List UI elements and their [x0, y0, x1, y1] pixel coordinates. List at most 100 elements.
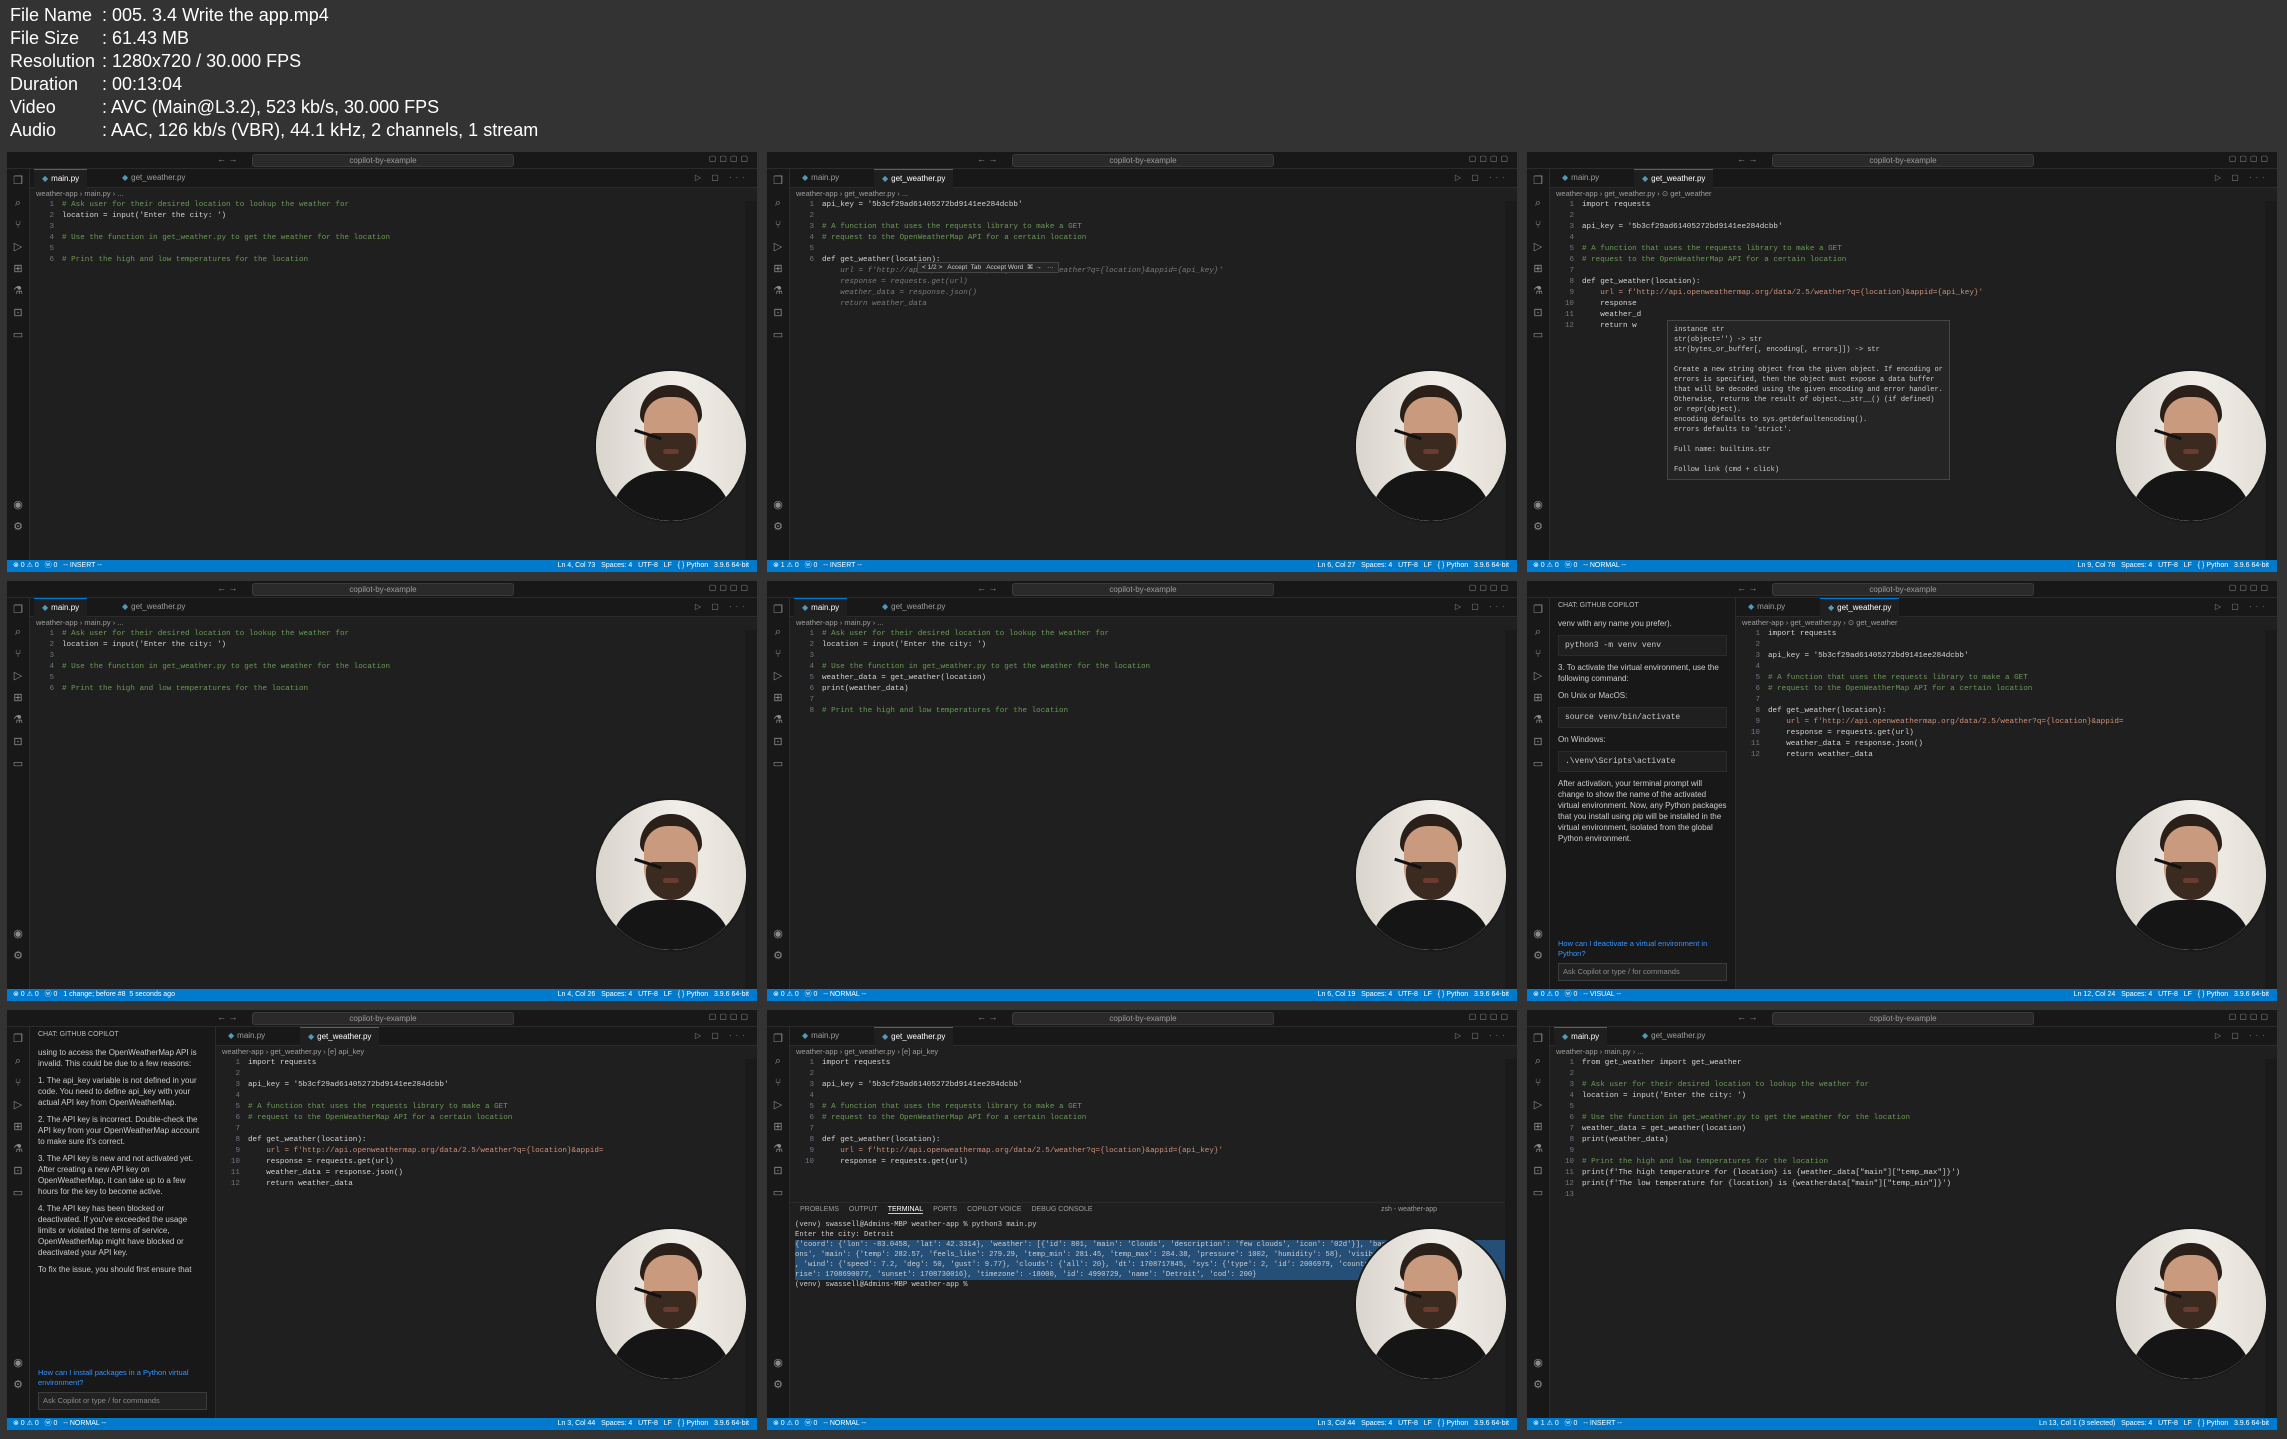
chat-icon[interactable]: ▭	[12, 329, 24, 341]
tab-get-weather-py[interactable]: ◆ get_weather.py	[114, 169, 193, 187]
panel-tab[interactable]: PORTS	[933, 1206, 957, 1213]
remote-icon[interactable]: ⊡	[12, 736, 24, 748]
command-center-search[interactable]: copilot-by-example	[1012, 1012, 1274, 1025]
account-icon[interactable]: ◉	[12, 928, 24, 940]
explorer-icon[interactable]: ❐	[1532, 175, 1544, 187]
explorer-icon[interactable]: ❐	[1532, 604, 1544, 616]
command-center-search[interactable]: copilot-by-example	[252, 154, 514, 167]
tab-main-py[interactable]: ◆ main.py	[794, 598, 848, 617]
gear-icon[interactable]: ⚙	[1532, 521, 1544, 533]
tab-get-weather-py[interactable]: ◆ get_weather.py	[114, 598, 193, 616]
remote-icon[interactable]: ⊡	[772, 736, 784, 748]
nav-arrows-icon[interactable]: ← →	[1737, 154, 1758, 164]
explorer-icon[interactable]: ❐	[12, 175, 24, 187]
explorer-icon[interactable]: ❐	[772, 175, 784, 187]
account-icon[interactable]: ◉	[1532, 1357, 1544, 1369]
extensions-icon[interactable]: ⊞	[12, 1121, 24, 1133]
explorer-icon[interactable]: ❐	[12, 604, 24, 616]
panel-tab[interactable]: TERMINAL	[887, 1206, 924, 1214]
command-center-search[interactable]: copilot-by-example	[1012, 583, 1274, 596]
layout-controls-icon[interactable]: ▢▢▢▢	[1469, 1012, 1511, 1021]
gear-icon[interactable]: ⚙	[12, 950, 24, 962]
run-debug-icon[interactable]: ▷	[1532, 241, 1544, 253]
chat-icon[interactable]: ▭	[1532, 1187, 1544, 1199]
editor-actions-icon[interactable]: ▷ ▢ ···	[1455, 602, 1509, 611]
inline-suggestion-toolbar[interactable]: < 1/2 > Accept Tab Accept Word ⌘ → ···	[917, 262, 1059, 273]
gear-icon[interactable]: ⚙	[772, 521, 784, 533]
account-icon[interactable]: ◉	[1532, 928, 1544, 940]
remote-icon[interactable]: ⊡	[772, 307, 784, 319]
search-icon[interactable]: ⌕	[1532, 626, 1544, 638]
editor-actions-icon[interactable]: ▷ ▢ ···	[2215, 173, 2269, 182]
nav-arrows-icon[interactable]: ← →	[217, 583, 238, 593]
editor-actions-icon[interactable]: ▷ ▢ ···	[1455, 173, 1509, 182]
extensions-icon[interactable]: ⊞	[12, 692, 24, 704]
editor-actions-icon[interactable]: ▷ ▢ ···	[2215, 1031, 2269, 1040]
layout-controls-icon[interactable]: ▢▢▢▢	[2229, 1012, 2271, 1021]
testing-icon[interactable]: ⚗	[1532, 714, 1544, 726]
remote-icon[interactable]: ⊡	[1532, 736, 1544, 748]
nav-arrows-icon[interactable]: ← →	[217, 154, 238, 164]
panel-tab[interactable]: PROBLEMS	[800, 1206, 839, 1213]
tab-main-py[interactable]: ◆ main.py	[1554, 1027, 1608, 1046]
gear-icon[interactable]: ⚙	[772, 950, 784, 962]
command-center-search[interactable]: copilot-by-example	[1012, 154, 1274, 167]
explorer-icon[interactable]: ❐	[772, 1033, 784, 1045]
remote-icon[interactable]: ⊡	[1532, 307, 1544, 319]
testing-icon[interactable]: ⚗	[12, 714, 24, 726]
extensions-icon[interactable]: ⊞	[1532, 263, 1544, 275]
tab-main-py[interactable]: ◆ main.py	[794, 1027, 847, 1045]
search-icon[interactable]: ⌕	[772, 626, 784, 638]
gear-icon[interactable]: ⚙	[1532, 1379, 1544, 1391]
run-debug-icon[interactable]: ▷	[772, 1099, 784, 1111]
chat-icon[interactable]: ▭	[1532, 758, 1544, 770]
tab-get-weather-py[interactable]: ◆ get_weather.py	[1634, 1027, 1713, 1045]
run-debug-icon[interactable]: ▷	[772, 241, 784, 253]
command-center-search[interactable]: copilot-by-example	[1772, 583, 2034, 596]
account-icon[interactable]: ◉	[772, 1357, 784, 1369]
gear-icon[interactable]: ⚙	[1532, 950, 1544, 962]
tab-get-weather-py[interactable]: ◆ get_weather.py	[300, 1027, 380, 1046]
chat-input[interactable]: Ask Copilot or type / for commands	[38, 1392, 207, 1410]
account-icon[interactable]: ◉	[12, 499, 24, 511]
testing-icon[interactable]: ⚗	[772, 285, 784, 297]
extensions-icon[interactable]: ⊞	[772, 263, 784, 275]
nav-arrows-icon[interactable]: ← →	[977, 583, 998, 593]
source-control-icon[interactable]: ⑂	[12, 1077, 24, 1089]
account-icon[interactable]: ◉	[12, 1357, 24, 1369]
source-control-icon[interactable]: ⑂	[12, 219, 24, 231]
chat-icon[interactable]: ▭	[772, 329, 784, 341]
chat-icon[interactable]: ▭	[12, 758, 24, 770]
explorer-icon[interactable]: ❐	[12, 1033, 24, 1045]
run-debug-icon[interactable]: ▷	[1532, 1099, 1544, 1111]
source-control-icon[interactable]: ⑂	[772, 1077, 784, 1089]
remote-icon[interactable]: ⊡	[1532, 1165, 1544, 1177]
testing-icon[interactable]: ⚗	[772, 714, 784, 726]
command-center-search[interactable]: copilot-by-example	[1772, 154, 2034, 167]
gear-icon[interactable]: ⚙	[12, 1379, 24, 1391]
extensions-icon[interactable]: ⊞	[772, 1121, 784, 1133]
testing-icon[interactable]: ⚗	[772, 1143, 784, 1155]
layout-controls-icon[interactable]: ▢▢▢▢	[709, 583, 751, 592]
source-control-icon[interactable]: ⑂	[1532, 1077, 1544, 1089]
tab-main-py[interactable]: ◆ main.py	[794, 169, 847, 187]
run-debug-icon[interactable]: ▷	[12, 1099, 24, 1111]
gear-icon[interactable]: ⚙	[12, 521, 24, 533]
layout-controls-icon[interactable]: ▢▢▢▢	[2229, 583, 2271, 592]
follow-up-suggestion[interactable]: How can I deactivate a virtual environme…	[1558, 939, 1727, 959]
search-icon[interactable]: ⌕	[12, 626, 24, 638]
panel-tab[interactable]: OUTPUT	[849, 1206, 878, 1213]
editor-actions-icon[interactable]: ▷ ▢ ···	[695, 1031, 749, 1040]
panel-tab[interactable]: COPILOT VOICE	[967, 1206, 1021, 1213]
account-icon[interactable]: ◉	[1532, 499, 1544, 511]
layout-controls-icon[interactable]: ▢▢▢▢	[709, 154, 751, 163]
account-icon[interactable]: ◉	[772, 928, 784, 940]
testing-icon[interactable]: ⚗	[12, 1143, 24, 1155]
remote-icon[interactable]: ⊡	[772, 1165, 784, 1177]
source-control-icon[interactable]: ⑂	[1532, 219, 1544, 231]
search-icon[interactable]: ⌕	[772, 197, 784, 209]
chat-icon[interactable]: ▭	[12, 1187, 24, 1199]
command-center-search[interactable]: copilot-by-example	[252, 583, 514, 596]
nav-arrows-icon[interactable]: ← →	[217, 1012, 238, 1022]
editor-actions-icon[interactable]: ▷ ▢ ···	[695, 602, 749, 611]
